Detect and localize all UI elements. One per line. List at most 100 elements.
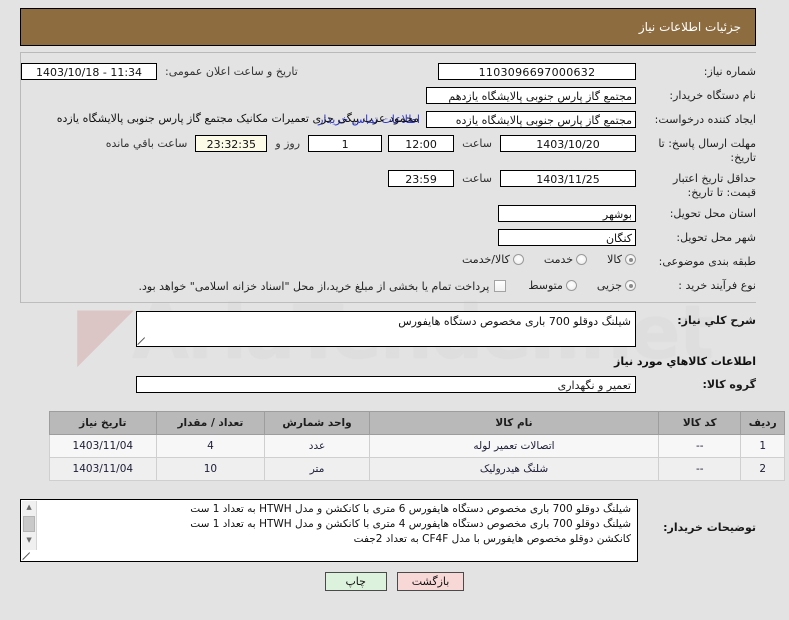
radio-icon[interactable]	[625, 280, 636, 291]
radio-label: متوسط	[528, 279, 563, 292]
description-textarea[interactable]: شیلنگ دوقلو 700 باری مخصوص دستگاه هایفور…	[136, 311, 636, 347]
treasury-checkbox[interactable]	[494, 280, 507, 292]
row-purchase-process: نوع فرآیند خرید : جزیی متوسط پرداخت تمام…	[21, 277, 756, 296]
radio-icon[interactable]	[576, 254, 588, 265]
header: جزئیات اطلاعات نیاز	[0, 0, 789, 46]
price-validity-time-label: ساعت	[462, 172, 492, 185]
col-date: تاریخ نیاز	[49, 411, 157, 435]
row-reply-deadline: مهلت ارسال پاسخ: تا تاریخ: 1403/10/20 سا…	[21, 135, 756, 165]
radio-subject-kala[interactable]: کالا	[607, 253, 636, 266]
goods-section-subhead: اطلاعات كالاهاي مورد نیاز	[614, 355, 756, 368]
cell-radif: 1	[740, 434, 785, 458]
back-button[interactable]: بازگشت	[396, 572, 465, 591]
col-code: کد کالا	[658, 411, 742, 435]
col-qty: تعداد / مقدار	[155, 411, 266, 435]
cell-qty: 4	[155, 434, 266, 458]
public-announce-label: تاریخ و ساعت اعلان عمومی:	[165, 65, 298, 78]
scroll-up-icon[interactable]: ▲	[22, 501, 36, 514]
buyer-org-label: نام دستگاه خریدار:	[669, 89, 756, 102]
description-value: شیلنگ دوقلو 700 باری مخصوص دستگاه هایفور…	[398, 315, 631, 328]
need-number-controls: 1103096697000632 تاریخ و ساعت اعلان عموم…	[21, 63, 636, 80]
row-subject-category: طبقه بندی موضوعی: کالا خدمت کالا/خدمت	[21, 253, 756, 272]
radio-process-motevaset[interactable]: متوسط	[528, 279, 577, 292]
notes-scrollbar[interactable]: ▲ ▼	[22, 501, 37, 550]
goods-table-section: ردیف کد کالا نام کالا واحد شمارش تعداد /…	[0, 403, 789, 481]
price-validity-date[interactable]: 1403/11/25	[500, 170, 636, 187]
cell-code: --	[658, 457, 742, 481]
reply-deadline-time[interactable]: 12:00	[388, 135, 455, 152]
table-header-row: ردیف کد کالا نام کالا واحد شمارش تعداد /…	[49, 411, 785, 435]
goods-table: ردیف کد کالا نام کالا واحد شمارش تعداد /…	[49, 411, 785, 481]
radio-label: جزیی	[596, 279, 622, 292]
footer-actions: بازگشت چاپ	[0, 572, 789, 591]
buyer-org-field[interactable]: مجتمع گاز پارس جنوبی پالایشگاه یازدهم	[426, 87, 636, 104]
header-bar: جزئیات اطلاعات نیاز	[20, 8, 756, 46]
cell-unit: عدد	[264, 434, 370, 458]
resize-grip-icon[interactable]	[138, 336, 147, 345]
notes-line: کانکشن دوقلو مخصوص هایفورس با مدل CF4F ب…	[353, 533, 631, 545]
radio-subject-khedmat[interactable]: خدمت	[543, 253, 588, 266]
resize-grip-icon[interactable]	[23, 551, 32, 560]
radio-icon[interactable]	[565, 280, 577, 291]
delivery-city-field[interactable]: کنگان	[498, 229, 636, 246]
row-buyer-org: نام دستگاه خریدار: مجتمع گاز پارس جنوبی …	[21, 87, 756, 106]
creator-controls: مجتمع گاز پارس جنوبی پالایشگاه یازده اطل…	[21, 111, 636, 128]
countdown-timer: 23:32:35	[195, 135, 268, 152]
goods-table-head: ردیف کد کالا نام کالا واحد شمارش تعداد /…	[49, 411, 785, 435]
cell-unit: متر	[264, 457, 370, 481]
need-info-form: شماره نیاز: 1103096697000632 تاریخ و ساع…	[21, 57, 756, 296]
delivery-city-controls: کنگان	[21, 229, 636, 246]
radio-icon[interactable]	[512, 254, 524, 265]
cell-radif: 2	[740, 457, 785, 481]
cell-date: 1403/11/04	[49, 434, 157, 458]
notes-line: شیلنگ دوقلو 700 باری مخصوص دستگاه هایفور…	[190, 518, 631, 530]
page-title: جزئیات اطلاعات نیاز	[638, 20, 741, 34]
row-description: شرح كلي نیاز: شیلنگ دوقلو 700 باری مخصوص…	[20, 311, 756, 347]
need-info-panel: شماره نیاز: 1103096697000632 تاریخ و ساع…	[20, 52, 756, 303]
price-validity-label: حداقل تاریخ اعتبار قیمت: تا تاریخ:	[672, 172, 756, 199]
remaining-days-label: روز و	[275, 137, 301, 150]
delivery-province-controls: بوشهر	[21, 205, 636, 222]
radio-label: کالا	[607, 253, 622, 266]
cell-name: اتصالات تعمیر لوله	[368, 434, 660, 458]
price-validity-controls: 1403/11/25 ساعت 23:59	[21, 170, 636, 187]
reply-deadline-date[interactable]: 1403/10/20	[500, 135, 636, 152]
need-number-field[interactable]: 1103096697000632	[438, 63, 636, 80]
notes-textarea[interactable]: ▲ ▼ شیلنگ دوقلو 700 باری مخصوص دستگاه ها…	[20, 499, 638, 562]
need-number-label: شماره نیاز:	[703, 65, 756, 78]
notes-section: توضیحات خریدار: ▲ ▼ شیلنگ دوقلو 700 باری…	[20, 491, 756, 562]
description-section: شرح كلي نیاز: شیلنگ دوقلو 700 باری مخصوص…	[20, 303, 756, 393]
cell-name: شلنگ هیدرولیک	[368, 457, 660, 481]
row-creator: ایجاد کننده درخواست: مجتمع گاز پارس جنوب…	[21, 111, 756, 130]
scrollbar-thumb[interactable]	[23, 516, 35, 532]
goods-group-label: گروه كالا:	[702, 378, 756, 391]
delivery-province-field[interactable]: بوشهر	[498, 205, 636, 222]
delivery-province-label: استان محل تحویل:	[669, 207, 756, 220]
row-price-validity: حداقل تاریخ اعتبار قیمت: تا تاریخ: 1403/…	[21, 170, 756, 200]
scroll-down-icon[interactable]: ▼	[22, 534, 36, 547]
price-validity-time[interactable]: 23:59	[388, 170, 455, 187]
table-row: 1 -- اتصالات تعمیر لوله عدد 4 1403/11/04	[49, 434, 785, 458]
countdown-label: ساعت باقي مانده	[105, 137, 188, 150]
radio-label: کالا/خدمت	[462, 253, 510, 266]
col-radif: ردیف	[740, 411, 785, 435]
public-announce-field[interactable]: 1403/10/18 - 11:34	[21, 63, 157, 80]
row-notes: توضیحات خریدار: ▲ ▼ شیلنگ دوقلو 700 باری…	[20, 499, 756, 562]
print-button[interactable]: چاپ	[324, 572, 387, 591]
goods-group-field[interactable]: تعمیر و نگهداری	[136, 376, 636, 393]
radio-subject-kala-khedmat[interactable]: کالا/خدمت	[462, 253, 524, 266]
row-goods-group: گروه كالا: تعمیر و نگهداری	[20, 376, 756, 393]
row-delivery-city: شهر محل تحویل: کنگان	[21, 229, 756, 248]
creator-field[interactable]: مجتمع گاز پارس جنوبی پالایشگاه یازده	[426, 111, 636, 128]
delivery-city-label: شهر محل تحویل:	[676, 231, 756, 244]
radio-label: خدمت	[543, 253, 574, 266]
cell-code: --	[658, 434, 742, 458]
col-unit: واحد شمارش	[264, 411, 370, 435]
creator-overflow-text: محمود عرب بیگی جزی تعمیرات مکانیک مجتمع …	[56, 112, 419, 125]
radio-process-jozii[interactable]: جزیی	[597, 279, 636, 292]
cell-date: 1403/11/04	[49, 457, 157, 481]
radio-icon[interactable]	[625, 254, 636, 265]
notes-content: شیلنگ دوقلو 700 باری مخصوص دستگاه هایفور…	[21, 500, 637, 549]
notes-label: توضیحات خریدار:	[663, 521, 756, 534]
subject-category-label: طبقه بندی موضوعی:	[658, 255, 756, 268]
